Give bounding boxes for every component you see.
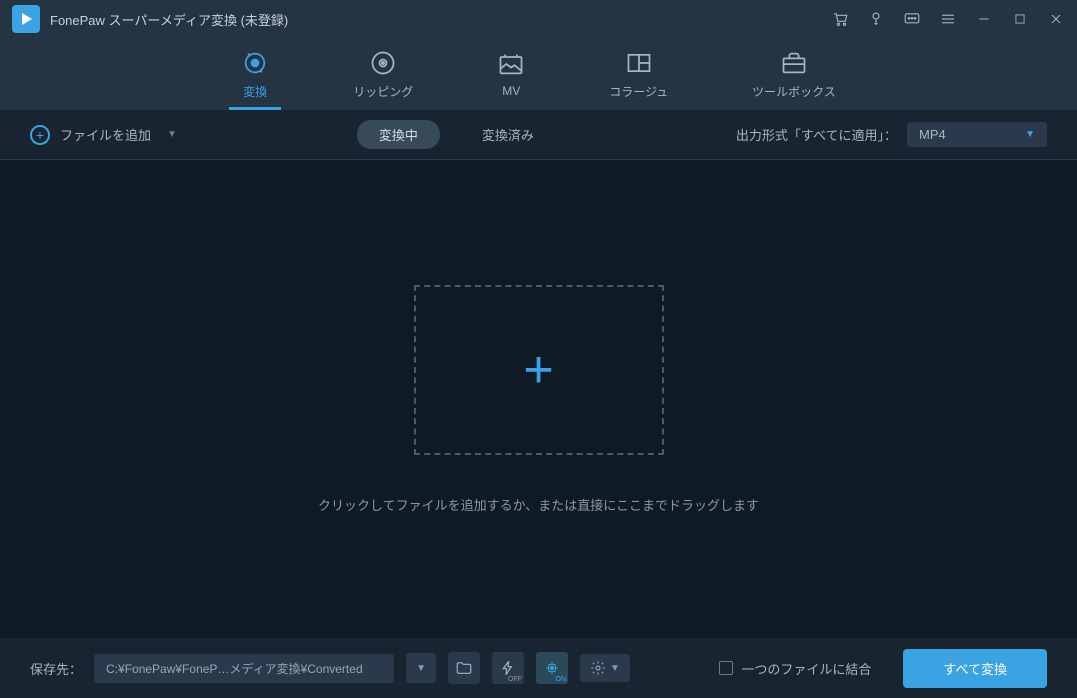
drop-zone[interactable]: + bbox=[414, 285, 664, 455]
tab-collage-label: コラージュ bbox=[609, 83, 668, 100]
cart-icon[interactable] bbox=[831, 10, 849, 28]
feedback-icon[interactable] bbox=[903, 10, 921, 28]
chevron-down-icon: ▼ bbox=[610, 663, 620, 674]
minimize-icon[interactable] bbox=[975, 10, 993, 28]
image-icon bbox=[497, 50, 525, 78]
tab-convert[interactable]: 変換 bbox=[229, 38, 281, 110]
add-file-label: ファイルを追加 bbox=[60, 125, 151, 144]
tab-toolbox[interactable]: ツールボックス bbox=[740, 38, 848, 110]
app-title: FonePaw スーパーメディア変換 (未登録) bbox=[50, 10, 288, 29]
on-badge: ON bbox=[556, 676, 567, 683]
plus-icon: + bbox=[523, 344, 553, 396]
add-file-button[interactable]: + ファイルを追加 ▼ bbox=[30, 125, 177, 145]
chevron-down-icon: ▼ bbox=[167, 129, 177, 140]
tab-convert-label: 変換 bbox=[243, 83, 267, 100]
off-badge: OFF bbox=[508, 676, 522, 683]
tab-mv[interactable]: MV bbox=[485, 38, 537, 110]
app-logo bbox=[12, 5, 40, 33]
output-format-select[interactable]: MP4 ▼ bbox=[907, 122, 1047, 147]
key-icon[interactable] bbox=[867, 10, 885, 28]
output-format-label: 出力形式「すべてに適用」： bbox=[736, 125, 897, 144]
tab-toolbox-label: ツールボックス bbox=[752, 83, 836, 100]
collage-icon bbox=[625, 49, 653, 77]
settings-button[interactable]: ▼ bbox=[580, 654, 630, 682]
tab-collage[interactable]: コラージュ bbox=[597, 38, 680, 110]
tab-mv-label: MV bbox=[502, 84, 520, 98]
save-path-field[interactable]: C:¥FonePaw¥FoneP…メディア変換¥Converted bbox=[94, 654, 394, 683]
drop-hint: クリックしてファイルを追加するか、または直接にここまでドラッグします bbox=[318, 495, 759, 514]
output-format-value: MP4 bbox=[919, 127, 946, 142]
hardware-accel-button[interactable]: ON bbox=[536, 652, 568, 684]
save-to-label: 保存先： bbox=[30, 659, 82, 678]
menu-icon[interactable] bbox=[939, 10, 957, 28]
convert-icon bbox=[241, 49, 269, 77]
pill-converted[interactable]: 変換済み bbox=[460, 120, 556, 149]
convert-all-button[interactable]: すべて変換 bbox=[903, 649, 1047, 688]
tab-ripping-label: リッピング bbox=[353, 83, 413, 100]
disc-icon bbox=[369, 49, 397, 77]
close-icon[interactable] bbox=[1047, 10, 1065, 28]
open-folder-button[interactable] bbox=[448, 652, 480, 684]
pill-converting[interactable]: 変換中 bbox=[357, 120, 440, 149]
toolbox-icon bbox=[780, 49, 808, 77]
chevron-down-icon: ▼ bbox=[1025, 129, 1035, 140]
plus-circle-icon: + bbox=[30, 125, 50, 145]
merge-checkbox[interactable] bbox=[719, 661, 733, 675]
merge-label: 一つのファイルに結合 bbox=[741, 659, 871, 678]
save-path-dropdown[interactable]: ▼ bbox=[406, 653, 436, 683]
tab-ripping[interactable]: リッピング bbox=[341, 38, 425, 110]
maximize-icon[interactable] bbox=[1011, 10, 1029, 28]
gpu-accel-off-button[interactable]: OFF bbox=[492, 652, 524, 684]
